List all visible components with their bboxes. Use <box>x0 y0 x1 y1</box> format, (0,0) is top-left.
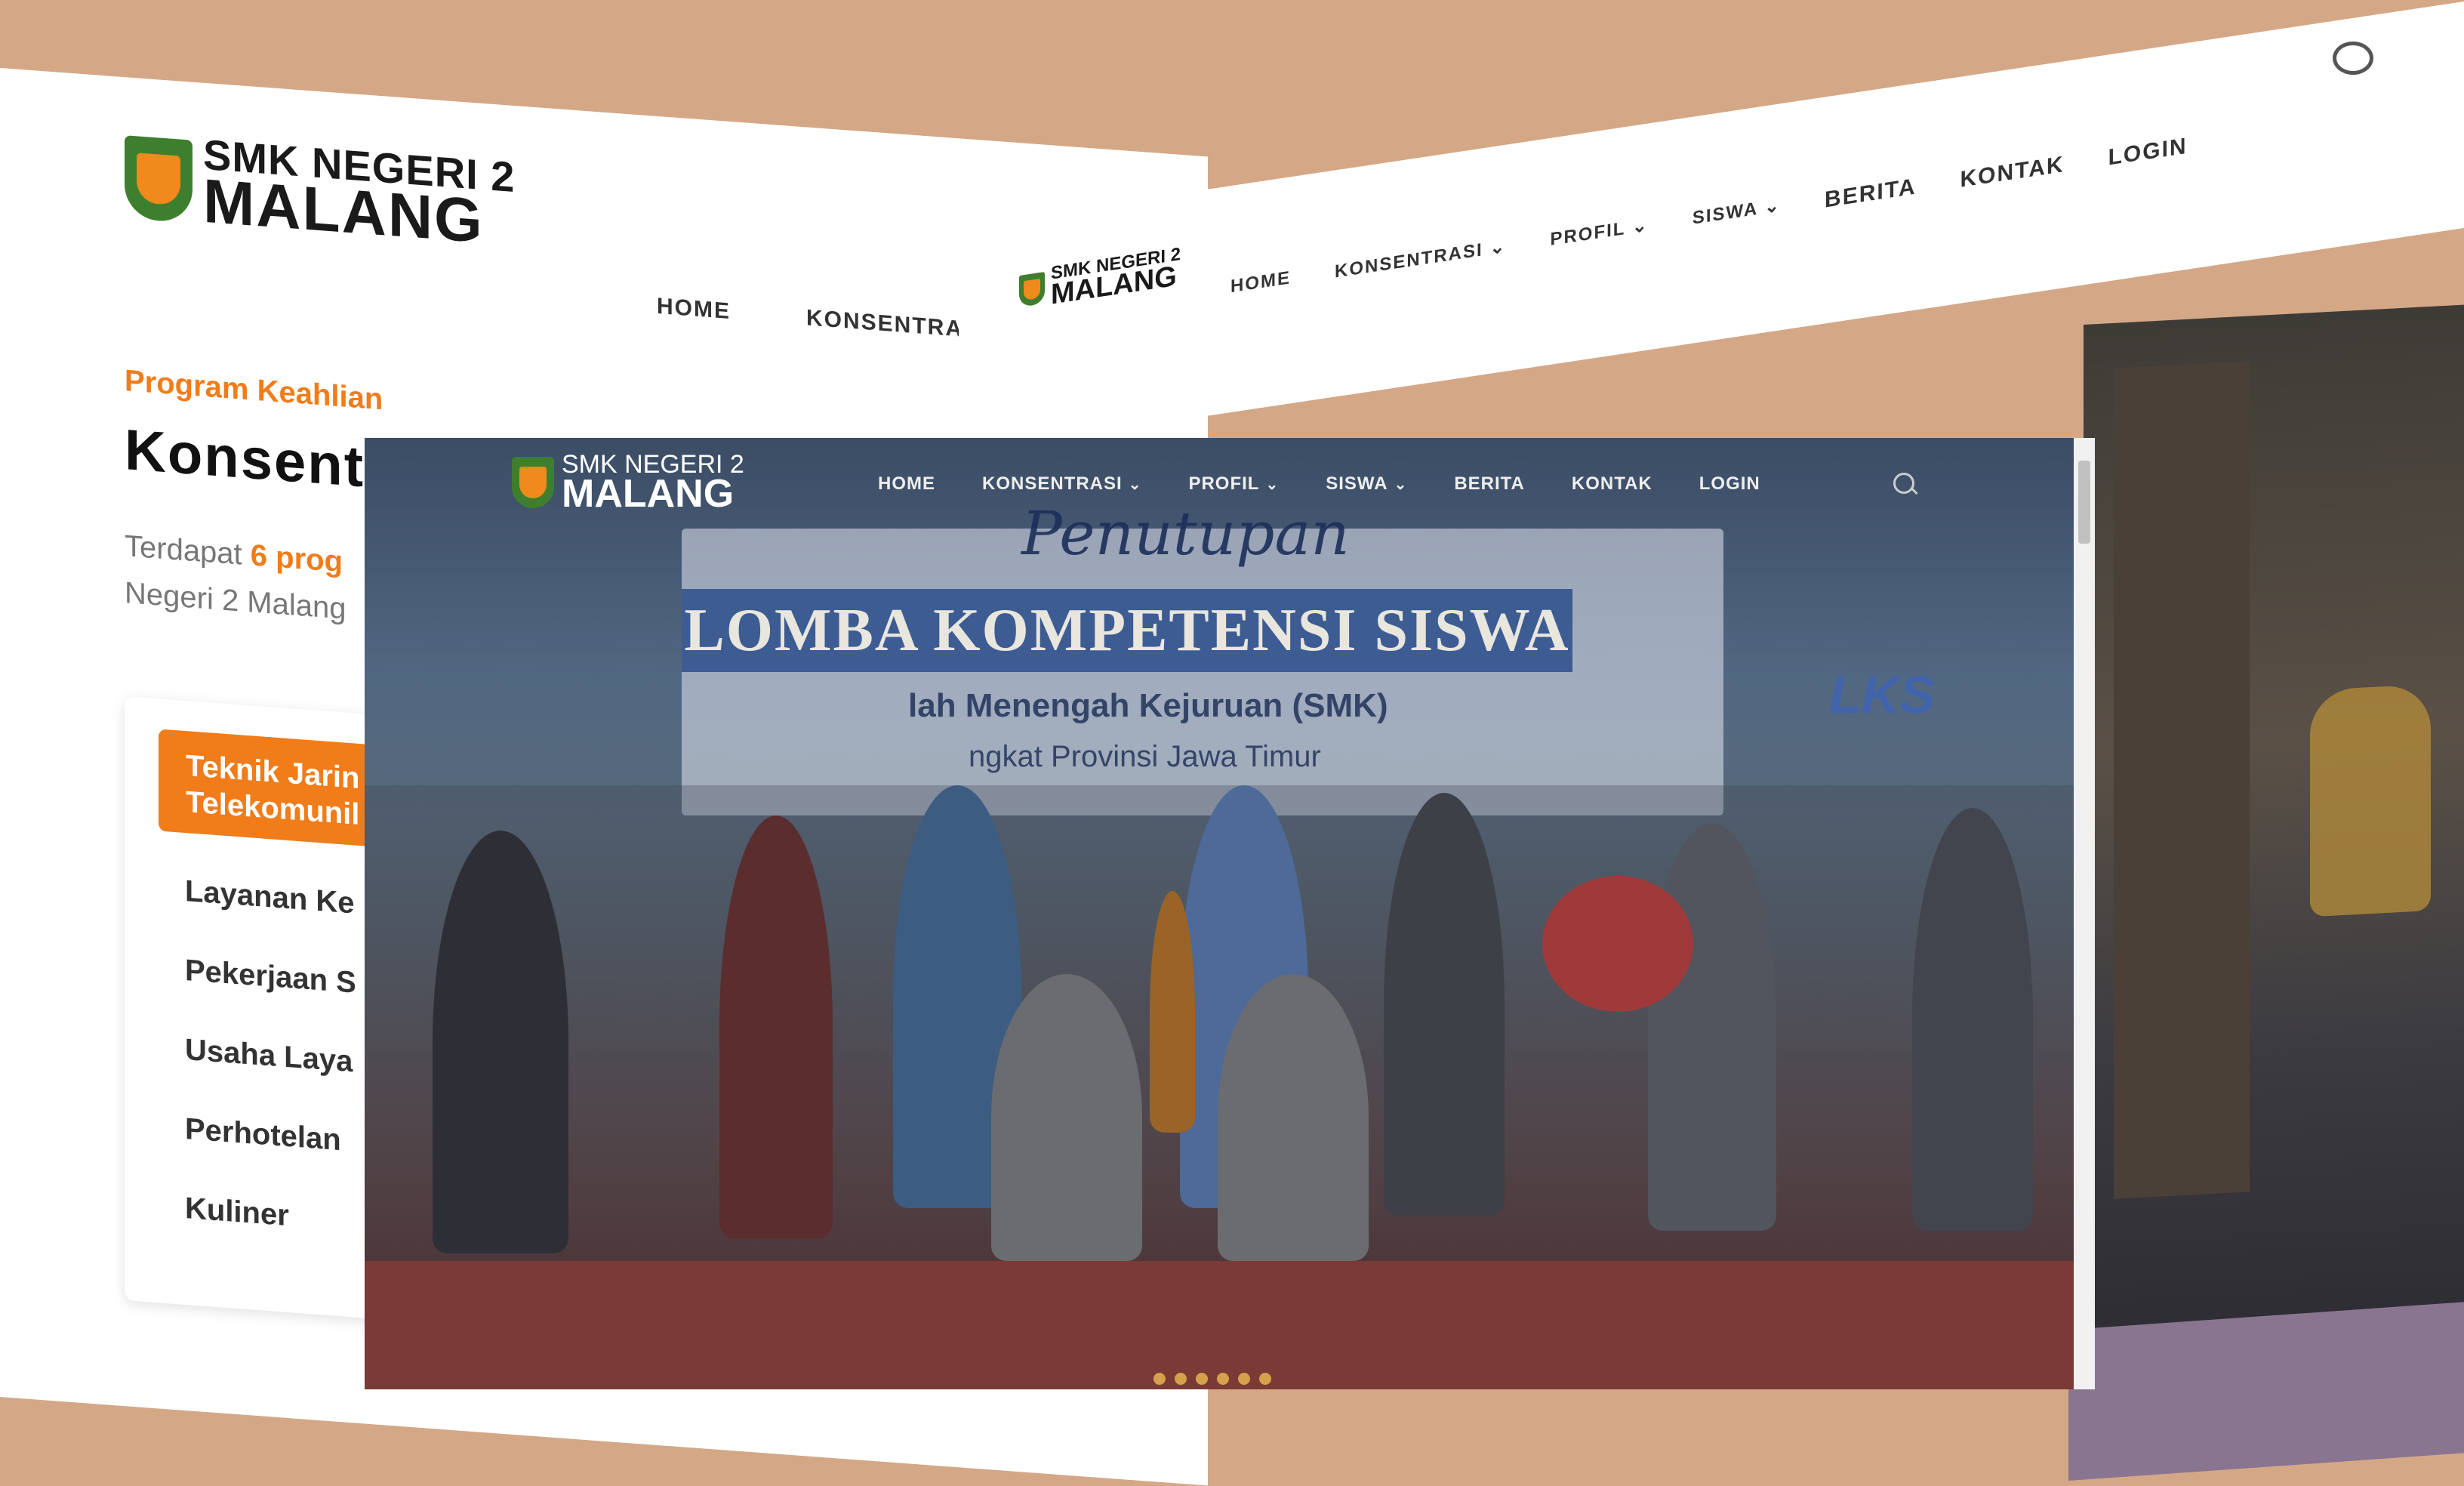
nav-login[interactable]: LOGIN <box>1699 473 1760 495</box>
person <box>1648 823 1776 1231</box>
school-emblem-icon <box>512 456 554 508</box>
nav-kontak[interactable]: KONTAK <box>1572 473 1652 495</box>
nav-login[interactable]: LOGIN <box>2108 134 2188 171</box>
carousel-dot[interactable] <box>1175 1373 1187 1385</box>
carousel-dot[interactable] <box>1153 1373 1166 1385</box>
main-nav: HOME KONSENTRASI ⌄ PROFIL ⌄ SISWA ⌄ BERITA … <box>878 473 1760 495</box>
flower-bouquet <box>1542 876 1693 1012</box>
banner-title: LOMBA KOMPETENSI SISWA <box>682 589 1572 672</box>
main-browser-frame: Penutupan LOMBA KOMPETENSI SISWA lah Men… <box>365 438 2095 1389</box>
chevron-down-icon: ⌄ <box>1128 476 1142 493</box>
carousel-dot[interactable] <box>1238 1373 1250 1385</box>
program-item[interactable]: Kuliner <box>185 1192 289 1233</box>
person <box>433 831 568 1253</box>
carousel-dot[interactable] <box>1217 1373 1229 1385</box>
wall-panel <box>2114 361 2250 1199</box>
school-emblem-icon <box>125 135 192 224</box>
group-photo <box>365 785 2095 1284</box>
chevron-down-icon: ⌄ <box>1265 476 1280 493</box>
right-logo[interactable]: SMK NEGERI 2 MALANG <box>1019 244 1181 313</box>
banner-subtitle-2: ngkat Provinsi Jawa Timur <box>969 740 1321 773</box>
decorative-corner <box>2068 1298 2464 1481</box>
person <box>719 815 833 1238</box>
left-logo[interactable]: SMK NEGERI 2 MALANG <box>125 130 515 256</box>
nav-berita[interactable]: BERITA <box>1825 174 1916 213</box>
nav-siswa[interactable]: SISWA ⌄ <box>1326 473 1407 495</box>
right-nav: HOME KONSENTRASI ⌄ PROFIL ⌄ SISWA ⌄ BERI… <box>1230 134 2188 302</box>
person <box>991 974 1142 1261</box>
trophy-image <box>2310 683 2431 917</box>
nav-home[interactable]: HOME <box>878 473 935 495</box>
carousel-dot[interactable] <box>1196 1373 1208 1385</box>
person <box>1384 793 1505 1216</box>
chevron-down-icon: ⌄ <box>1394 476 1408 493</box>
carousel-dots <box>1153 1373 1271 1385</box>
nav-kontak[interactable]: KONTAK <box>1960 152 2065 193</box>
nav-profil[interactable]: PROFIL ⌄ <box>1188 473 1279 495</box>
program-item[interactable]: Pekerjaan S <box>185 954 356 1000</box>
person <box>1912 808 2033 1231</box>
school-emblem-icon <box>1019 271 1045 307</box>
search-icon[interactable] <box>2333 42 2373 75</box>
nav-profil[interactable]: PROFIL ⌄ <box>1550 214 1648 254</box>
banner-subtitle: lah Menengah Kejuruan (SMK) <box>908 687 1388 724</box>
program-item[interactable]: Perhotelan <box>185 1112 341 1158</box>
chevron-down-icon: ⌄ <box>1763 195 1782 218</box>
person <box>1218 974 1369 1261</box>
carousel-dot[interactable] <box>1259 1373 1271 1385</box>
stage-floor <box>365 1261 2095 1389</box>
main-logo[interactable]: SMK NEGERI 2 MALANG <box>512 452 744 513</box>
trophy-image <box>1150 891 1195 1133</box>
nav-home[interactable]: HOME <box>657 294 731 325</box>
chevron-down-icon: ⌄ <box>1489 236 1507 259</box>
nav-home[interactable]: HOME <box>1230 267 1291 302</box>
hero-slide: Penutupan LOMBA KOMPETENSI SISWA lah Men… <box>365 438 2095 1389</box>
section-title: Konsent <box>125 418 365 500</box>
main-header: SMK NEGERI 2 MALANG HOME KONSENTRASI ⌄ PR… <box>365 438 2095 529</box>
chevron-down-icon: ⌄ <box>1631 214 1649 238</box>
lks-logo: LKS <box>1829 665 1935 724</box>
scrollbar-thumb[interactable] <box>2078 461 2090 544</box>
program-item[interactable]: Usaha Laya <box>185 1033 353 1079</box>
program-item[interactable]: Layanan Ke <box>185 874 355 920</box>
search-icon[interactable] <box>1893 473 1914 494</box>
nav-konsentrasi[interactable]: KONSENTRASI ⌄ <box>1335 236 1506 287</box>
nav-berita[interactable]: BERITA <box>1454 473 1525 495</box>
vertical-scrollbar[interactable] <box>2074 438 2095 1389</box>
right-photo-preview <box>2084 304 2464 1398</box>
nav-konsentrasi[interactable]: KONSENTRASI ⌄ <box>982 473 1141 495</box>
nav-siswa[interactable]: SISWA ⌄ <box>1692 194 1781 233</box>
section-kicker: Program Keahlian <box>125 364 383 417</box>
